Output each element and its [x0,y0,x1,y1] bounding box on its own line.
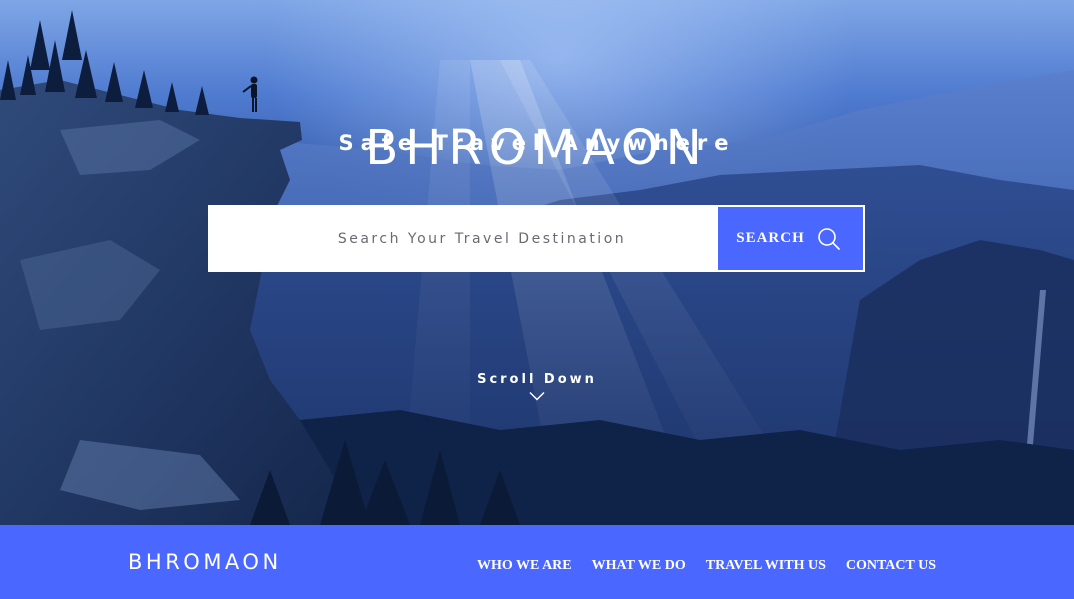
hero-section: BHROMAON Safe Travel Anywhere SEARCH Scr… [0,0,1074,525]
navbar: BHROMAON WHO WE ARE WHAT WE DO TRAVEL WI… [0,525,1074,599]
nav-link-who-we-are[interactable]: WHO WE ARE [477,550,572,574]
nav-link-what-we-do[interactable]: WHAT WE DO [592,550,686,574]
nav-logo[interactable]: BHROMAON [128,547,282,577]
chevron-down-icon [529,391,545,401]
search-input[interactable] [208,205,716,272]
scroll-down-link[interactable]: Scroll Down [437,372,637,422]
nav-link-travel-with-us[interactable]: TRAVEL WITH US [706,550,826,574]
nav-link-contact-us[interactable]: CONTACT US [846,550,936,574]
search-form: SEARCH [208,205,865,272]
search-button-label: SEARCH [736,230,805,246]
landing-page: BHROMAON Safe Travel Anywhere SEARCH Scr… [0,0,1074,599]
search-button[interactable]: SEARCH [716,205,865,272]
hero-subtitle: Safe Travel Anywhere [338,131,736,155]
nav-links: WHO WE ARE WHAT WE DO TRAVEL WITH US CON… [477,525,936,599]
scroll-down-label: Scroll Down [477,372,597,387]
search-icon [817,227,841,251]
